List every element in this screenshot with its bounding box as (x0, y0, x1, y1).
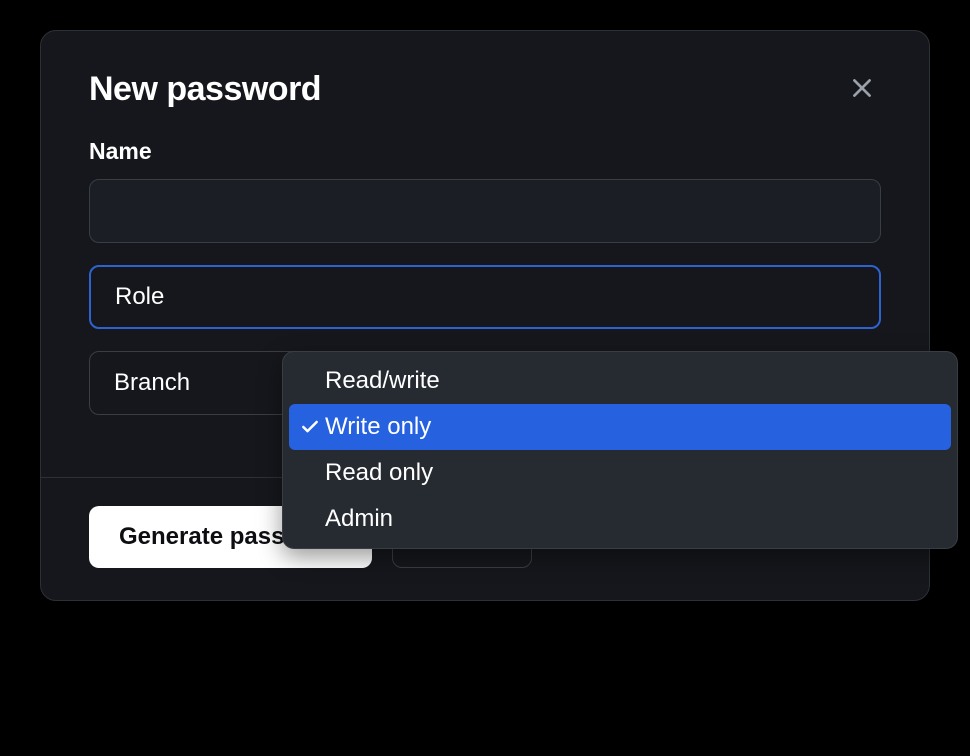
check-icon (299, 416, 321, 438)
branch-label: Branch (90, 369, 214, 397)
role-label: Role (91, 283, 188, 311)
dropdown-option-write-only[interactable]: Write only (289, 404, 951, 450)
role-select[interactable]: Role (89, 265, 881, 329)
dropdown-option-admin[interactable]: Admin (289, 496, 951, 542)
name-input[interactable] (89, 179, 881, 243)
new-password-modal: New password Name Role (40, 30, 930, 601)
name-label: Name (89, 138, 881, 165)
dropdown-option-label: Write only (325, 413, 431, 441)
dropdown-option-label: Admin (325, 505, 393, 533)
role-select-value (188, 267, 879, 327)
role-field-group: Role (89, 265, 881, 329)
modal-title: New password (89, 70, 321, 109)
close-button[interactable] (843, 69, 881, 110)
name-field-group: Name (89, 138, 881, 243)
close-icon (849, 75, 875, 104)
dropdown-option-read-only[interactable]: Read only (289, 450, 951, 496)
check-icon (299, 508, 321, 530)
dropdown-option-label: Read/write (325, 367, 440, 395)
dropdown-option-read-write[interactable]: Read/write (289, 358, 951, 404)
modal-header: New password (41, 31, 929, 138)
check-icon (299, 462, 321, 484)
check-icon (299, 370, 321, 392)
dropdown-option-label: Read only (325, 459, 433, 487)
modal-body: Name Role Read/write (41, 138, 929, 477)
role-dropdown: Read/write Write only Read only (282, 351, 958, 549)
